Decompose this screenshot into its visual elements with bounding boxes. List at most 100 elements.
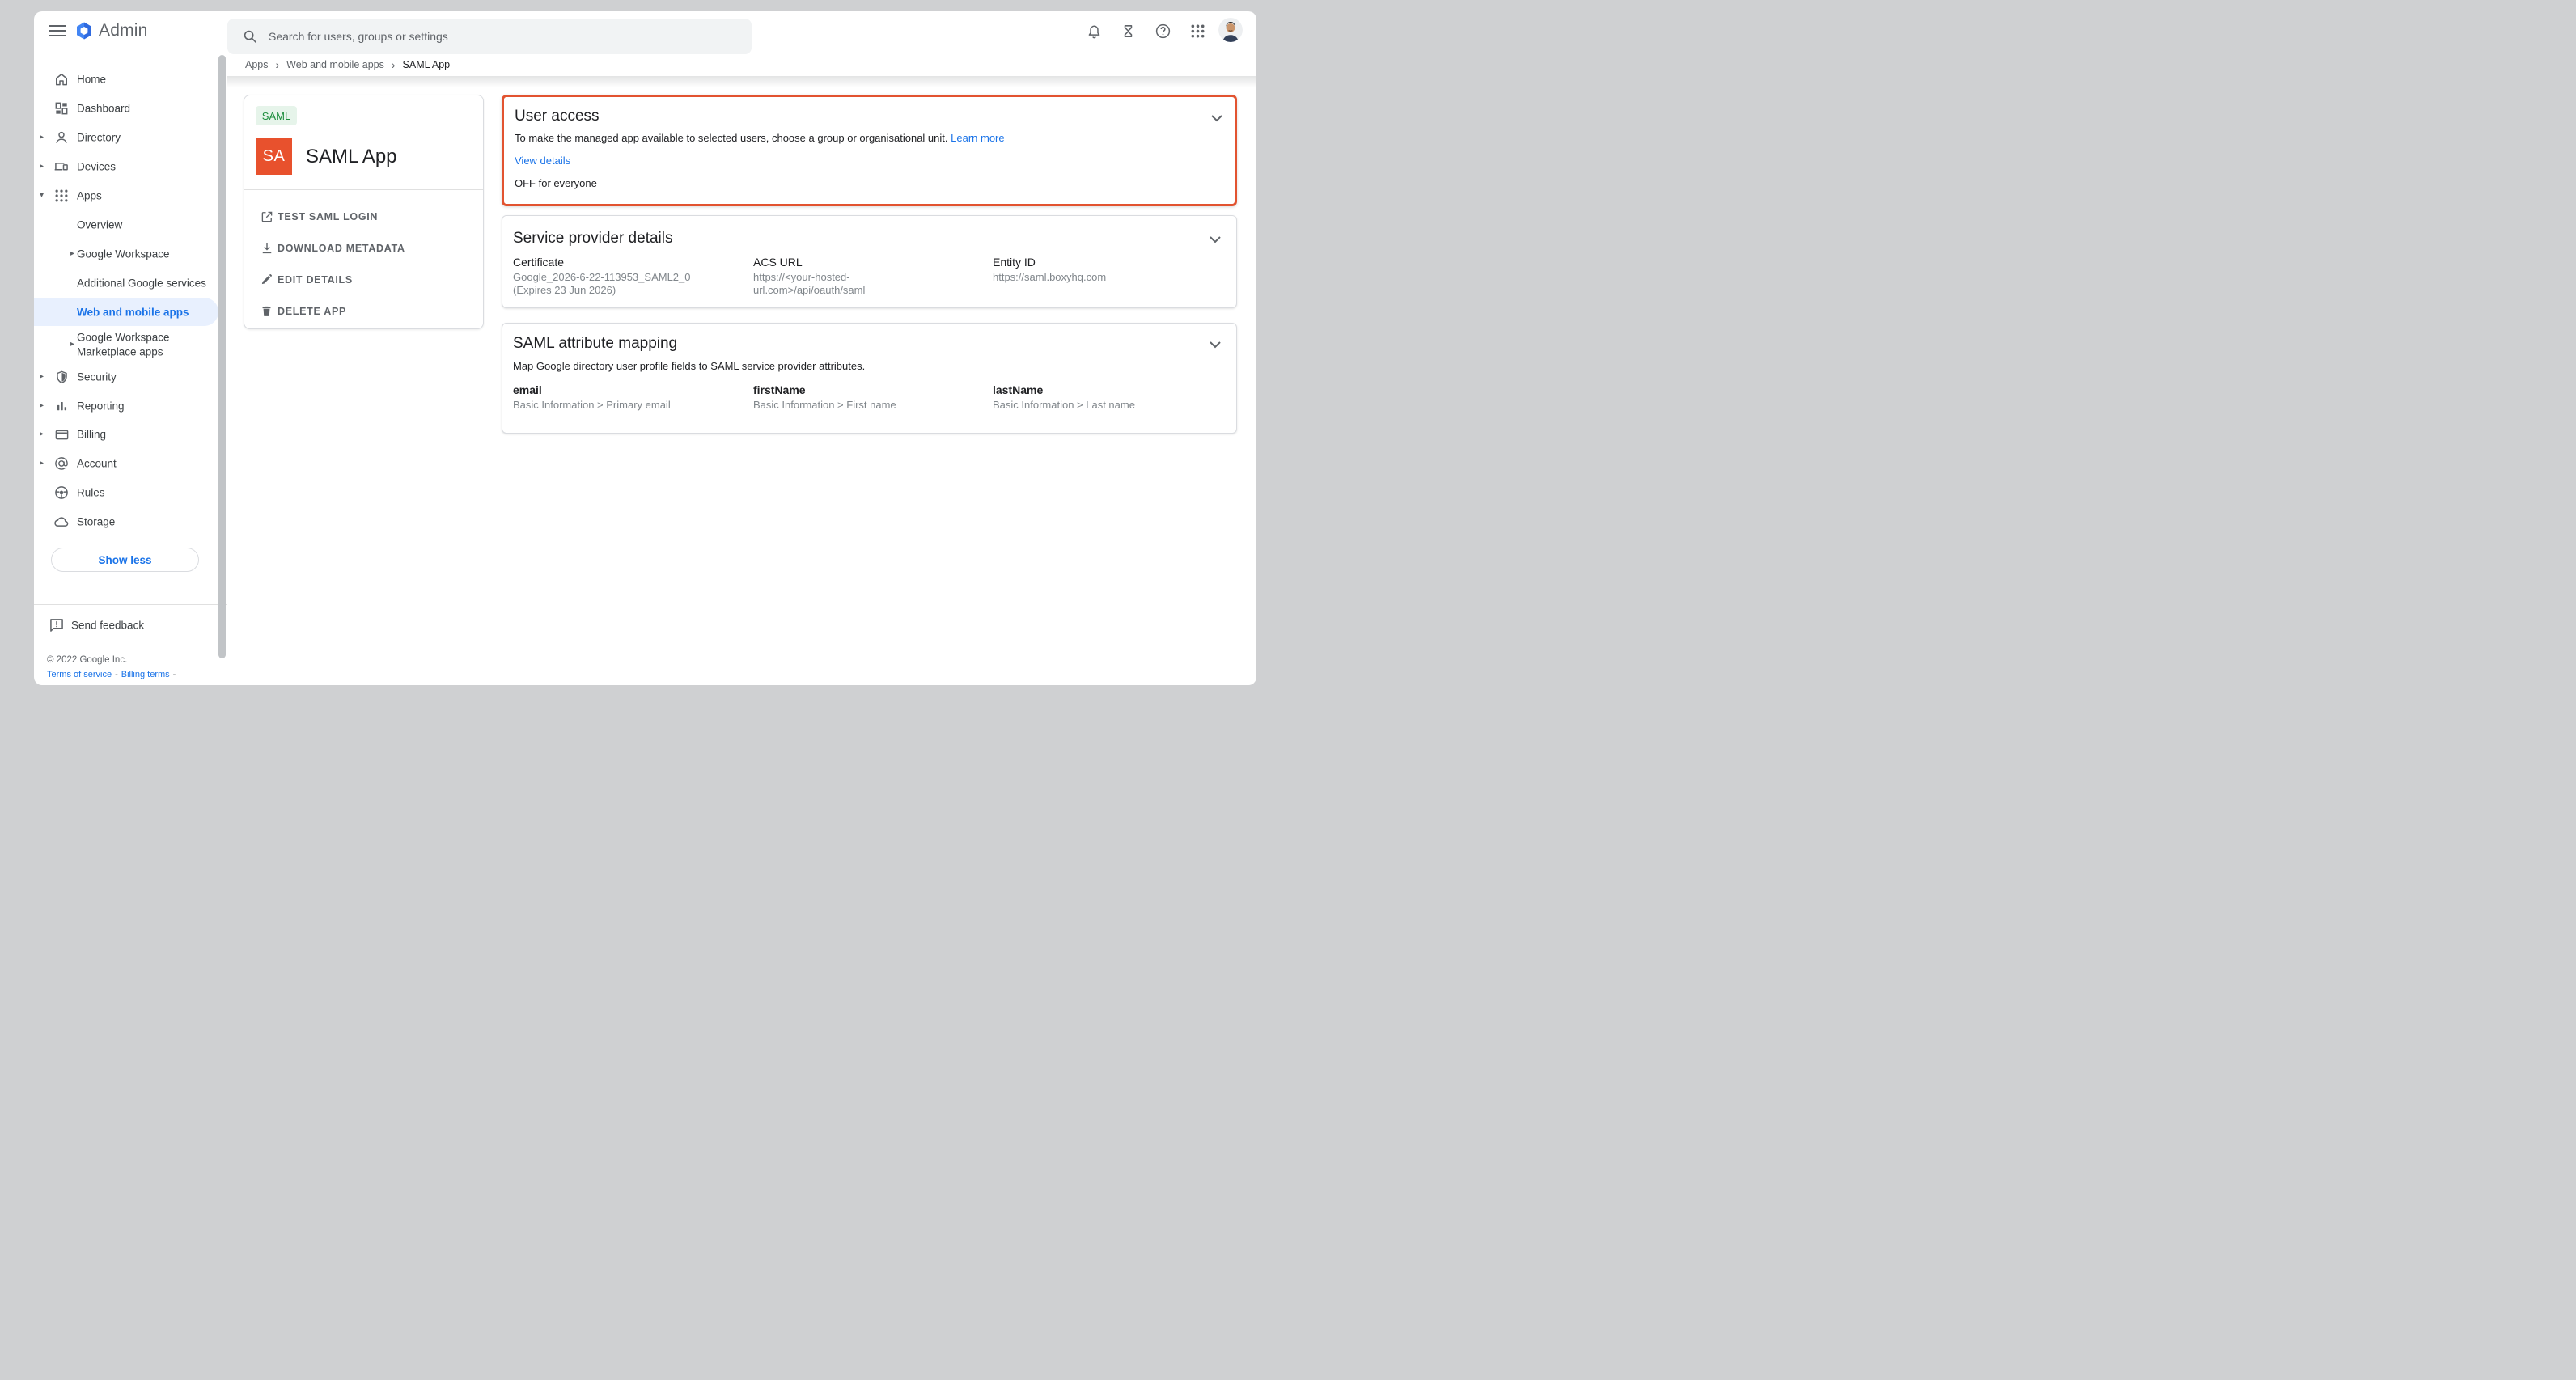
app-avatar: SA xyxy=(256,138,292,175)
sidebar-item-rules[interactable]: Rules xyxy=(34,478,227,507)
sidebar-item-billing[interactable]: ▸ Billing xyxy=(34,420,227,449)
search-icon xyxy=(243,29,257,44)
notifications-button[interactable] xyxy=(1084,21,1104,40)
sidebar-item-devices[interactable]: ▸ Devices xyxy=(34,152,227,181)
user-access-status: OFF for everyone xyxy=(515,177,597,189)
download-icon xyxy=(260,241,274,256)
admin-hexagon-icon xyxy=(74,21,94,40)
chevron-right-icon: ▸ xyxy=(40,459,44,468)
google-admin-logo: Admin xyxy=(74,20,148,41)
home-icon xyxy=(53,71,70,87)
dashboard-icon xyxy=(53,100,70,116)
sidebar-item-security[interactable]: ▸ Security xyxy=(34,362,227,392)
footer-links: Terms of service - Billing terms - xyxy=(47,670,176,679)
footer-separator: - xyxy=(173,670,176,679)
search-bar[interactable] xyxy=(227,19,752,54)
chevron-down-icon[interactable] xyxy=(1210,236,1221,243)
sidebar-item-overview[interactable]: Overview xyxy=(34,210,227,239)
user-access-description: To make the managed app available to sel… xyxy=(515,132,1005,145)
trash-icon xyxy=(260,304,274,319)
help-button[interactable] xyxy=(1153,21,1172,40)
billing-terms-link[interactable]: Billing terms xyxy=(121,670,170,679)
copyright-text: © 2022 Google Inc. xyxy=(47,655,127,665)
search-input[interactable] xyxy=(267,29,723,44)
admin-console-window: Admin xyxy=(34,11,1256,685)
cloud-icon xyxy=(53,514,70,530)
sidebar-item-google-workspace-marketplace-apps[interactable]: ▸ Google Workspace Marketplace apps xyxy=(34,324,227,366)
shield-icon xyxy=(53,369,70,385)
service-provider-title: Service provider details xyxy=(513,230,672,248)
apps-grid-icon xyxy=(1190,23,1205,39)
user-access-card: User access To make the managed app avai… xyxy=(502,95,1237,206)
service-provider-details-card: Service provider details Certificate Goo… xyxy=(502,215,1237,308)
open-in-new-icon xyxy=(260,210,274,224)
sidebar-item-additional-google-services[interactable]: Additional Google services xyxy=(34,269,227,298)
bell-icon xyxy=(1086,23,1103,40)
chevron-right-icon: ▸ xyxy=(40,133,44,142)
edit-details-button[interactable]: EDIT DETAILS xyxy=(244,269,483,290)
mapping-firstname: firstName Basic Information > First name xyxy=(753,383,984,412)
user-access-title: User access xyxy=(515,108,600,125)
feedback-icon xyxy=(49,617,65,633)
sidebar-item-home[interactable]: Home xyxy=(34,65,227,94)
sidebar-item-account[interactable]: ▸ Account xyxy=(34,449,227,478)
sidebar-item-apps[interactable]: ▾ Apps xyxy=(34,181,227,210)
pencil-icon xyxy=(260,273,274,287)
mapping-lastname: lastName Basic Information > Last name xyxy=(993,383,1223,412)
app-title: SAML App xyxy=(306,146,397,168)
learn-more-link[interactable]: Learn more xyxy=(951,132,1004,144)
chevron-right-icon: ▸ xyxy=(40,163,44,171)
sidebar-item-dashboard[interactable]: Dashboard xyxy=(34,94,227,123)
footer-separator: - xyxy=(115,670,118,679)
header-scroll-shadow xyxy=(227,76,1256,87)
sidebar-item-storage[interactable]: Storage xyxy=(34,507,227,536)
sidebar-divider xyxy=(34,604,227,605)
sidebar-item-web-and-mobile-apps[interactable]: Web and mobile apps xyxy=(34,298,227,327)
hamburger-menu-button[interactable] xyxy=(49,24,66,37)
chevron-right-icon: ▸ xyxy=(40,373,44,381)
card-divider xyxy=(244,189,483,190)
chevron-down-icon[interactable] xyxy=(1211,115,1222,122)
google-apps-launcher-button[interactable] xyxy=(1188,21,1207,40)
chevron-right-icon: ▸ xyxy=(70,341,74,349)
tasks-button[interactable] xyxy=(1118,21,1138,40)
saml-attribute-mapping-card: SAML attribute mapping Map Google direct… xyxy=(502,323,1237,434)
hourglass-icon xyxy=(1121,23,1136,39)
sidebar-scrollbar[interactable] xyxy=(218,55,226,658)
product-name: Admin xyxy=(99,21,148,40)
person-icon xyxy=(53,129,70,146)
terms-of-service-link[interactable]: Terms of service xyxy=(47,670,112,679)
credit-card-icon xyxy=(53,426,70,442)
breadcrumb-web-and-mobile-apps[interactable]: Web and mobile apps xyxy=(286,59,384,70)
help-icon xyxy=(1155,23,1171,40)
saml-badge: SAML xyxy=(256,106,297,125)
certificate-field: Certificate Google_2026-6-22-113953_SAML… xyxy=(513,256,744,297)
chevron-down-icon: ▾ xyxy=(40,192,44,200)
attribute-mapping-description: Map Google directory user profile fields… xyxy=(513,360,865,372)
acs-url-field: ACS URL https://<your-hosted- url.com>/a… xyxy=(753,256,984,297)
apps-grid-icon xyxy=(53,188,70,204)
view-details-link[interactable]: View details xyxy=(515,155,570,167)
account-avatar[interactable] xyxy=(1218,18,1243,42)
entity-id-field: Entity ID https://saml.boxyhq.com xyxy=(993,256,1223,284)
delete-app-button[interactable]: DELETE APP xyxy=(244,301,483,322)
sidebar-item-google-workspace[interactable]: ▸ Google Workspace xyxy=(34,239,227,269)
chevron-right-icon: ▸ xyxy=(40,430,44,438)
devices-icon xyxy=(53,159,70,175)
bar-chart-icon xyxy=(53,398,70,414)
test-saml-login-button[interactable]: TEST SAML LOGIN xyxy=(244,206,483,227)
sidebar-item-reporting[interactable]: ▸ Reporting xyxy=(34,392,227,421)
download-metadata-button[interactable]: DOWNLOAD METADATA xyxy=(244,238,483,259)
mapping-email: email Basic Information > Primary email xyxy=(513,383,744,412)
at-sign-icon xyxy=(53,455,70,472)
send-feedback-button[interactable]: Send feedback xyxy=(34,610,227,640)
sidebar-item-directory[interactable]: ▸ Directory xyxy=(34,123,227,152)
steering-wheel-icon xyxy=(53,485,70,501)
breadcrumb-apps[interactable]: Apps xyxy=(245,59,269,70)
attribute-mapping-title: SAML attribute mapping xyxy=(513,335,677,353)
breadcrumb-separator-icon: › xyxy=(276,60,280,70)
app-info-card: SAML SA SAML App TEST SAML LOGIN DOWNLOA… xyxy=(244,95,484,329)
chevron-down-icon[interactable] xyxy=(1210,341,1221,349)
breadcrumb-current: SAML App xyxy=(403,59,451,70)
show-less-button[interactable]: Show less xyxy=(51,548,199,572)
